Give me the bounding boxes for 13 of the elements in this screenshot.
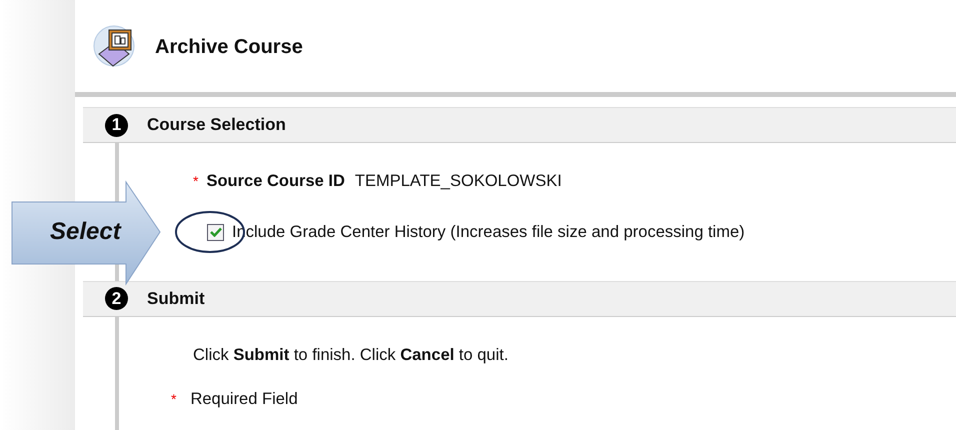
section-title: Course Selection <box>147 114 286 136</box>
checkbox[interactable] <box>207 224 224 241</box>
step-number: 2 <box>105 287 128 310</box>
required-note: Required Field <box>190 389 298 410</box>
required-marker: * <box>193 172 198 191</box>
instructions: Click Submit to finish. Click Cancel to quit. <box>193 344 508 366</box>
required-marker: * <box>171 390 176 410</box>
page-title: Archive Course <box>155 35 303 60</box>
callout-label: Select <box>50 217 121 247</box>
section-title: Submit <box>147 288 205 310</box>
field-value: TEMPLATE_SOKOLOWSKI <box>354 171 562 192</box>
field-label: Source Course ID <box>206 171 345 192</box>
step-number: 1 <box>105 114 128 136</box>
